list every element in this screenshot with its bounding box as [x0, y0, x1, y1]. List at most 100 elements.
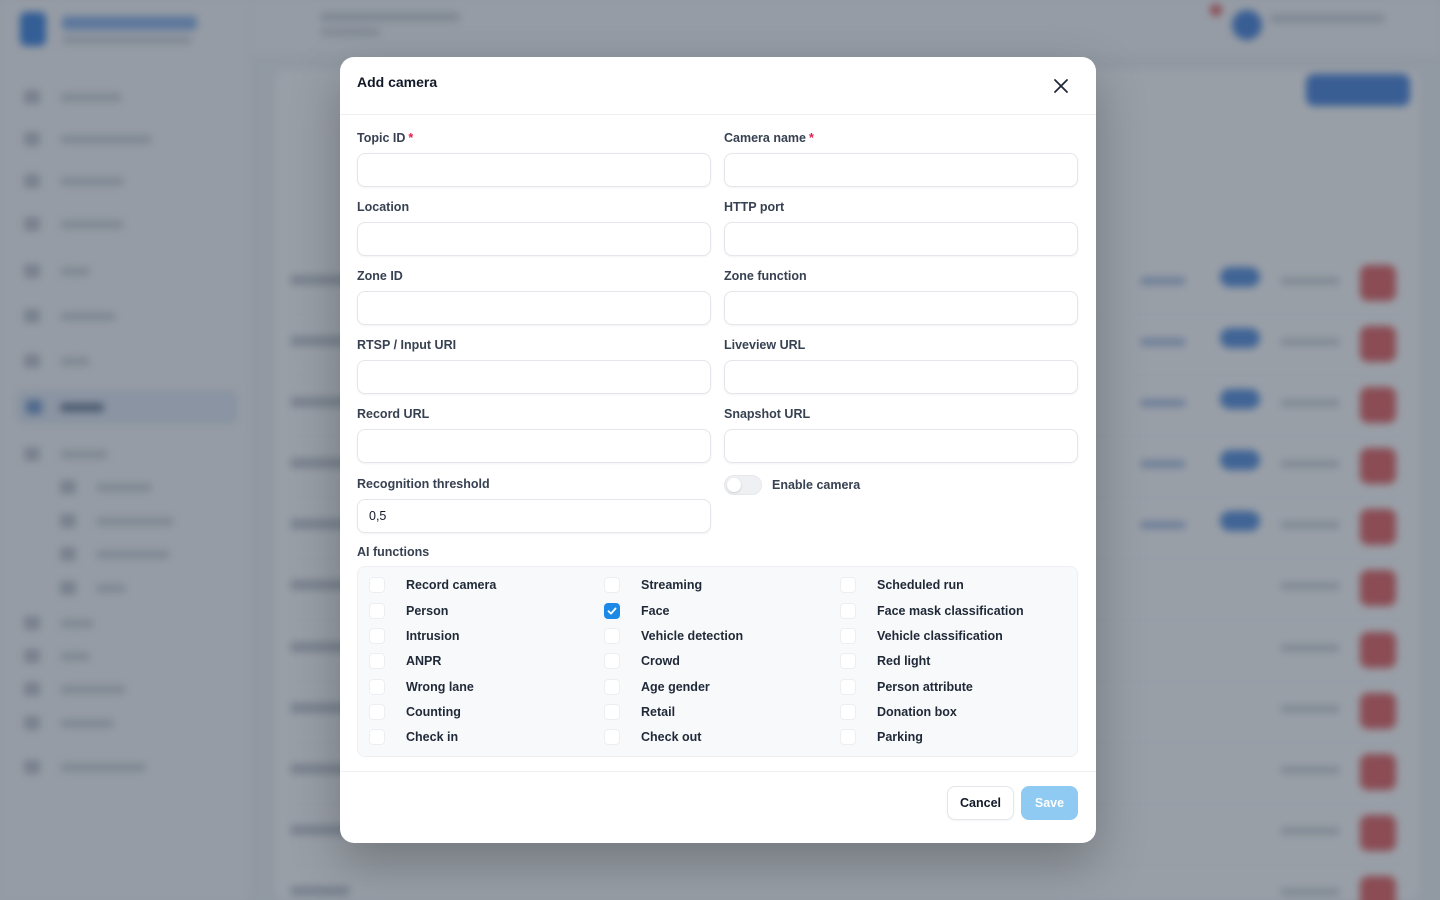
enable-camera-label: Enable camera — [772, 478, 861, 492]
ai-function-option[interactable]: Scheduled run — [840, 576, 964, 594]
ai-function-option[interactable]: Person attribute — [840, 678, 973, 696]
ai-function-option[interactable]: Check out — [604, 728, 701, 746]
ai-function-option[interactable]: Streaming — [604, 576, 702, 594]
ai-function-option[interactable]: Face — [604, 602, 670, 620]
required-marker: * — [408, 131, 414, 145]
ai-function-option[interactable]: Record camera — [369, 576, 496, 594]
location-field: Location — [357, 198, 711, 256]
checkbox[interactable] — [369, 628, 385, 644]
ai-function-option[interactable]: Retail — [604, 703, 675, 721]
ai-function-option[interactable]: Red light — [840, 652, 930, 670]
record-url-input[interactable] — [357, 429, 711, 463]
checkbox[interactable] — [604, 679, 620, 695]
ai-function-option[interactable]: Check in — [369, 728, 458, 746]
ai-function-option[interactable]: Vehicle classification — [840, 627, 1003, 645]
close-button[interactable] — [1048, 73, 1074, 99]
ai-function-label: Person attribute — [877, 680, 973, 694]
cancel-button[interactable]: Cancel — [947, 786, 1014, 820]
checkbox[interactable] — [369, 653, 385, 669]
checkbox[interactable] — [840, 577, 856, 593]
ai-function-option[interactable]: Counting — [369, 703, 461, 721]
checkbox[interactable] — [369, 679, 385, 695]
zone-id-input[interactable] — [357, 291, 711, 325]
recognition-threshold-input[interactable] — [357, 499, 711, 533]
check-icon — [607, 607, 617, 615]
checkbox[interactable] — [840, 704, 856, 720]
required-marker: * — [809, 131, 814, 145]
ai-function-option[interactable]: Person — [369, 602, 448, 620]
location-input[interactable] — [357, 222, 711, 256]
camera-name-label: Camera name * — [724, 131, 814, 145]
ai-function-option[interactable]: Wrong lane — [369, 678, 474, 696]
http-port-input[interactable] — [724, 222, 1078, 256]
ai-function-option[interactable]: Crowd — [604, 652, 680, 670]
snapshot-url-field: Snapshot URL — [724, 405, 1078, 463]
checkbox[interactable] — [369, 729, 385, 745]
checkbox[interactable] — [604, 653, 620, 669]
dialog-footer: Cancel Save — [340, 771, 1096, 843]
checkbox[interactable] — [604, 577, 620, 593]
location-label: Location — [357, 200, 410, 214]
ai-function-label: Age gender — [641, 680, 710, 694]
ai-function-label: Wrong lane — [406, 680, 474, 694]
checkbox[interactable] — [604, 628, 620, 644]
ai-function-option[interactable]: Age gender — [604, 678, 710, 696]
record-url-field: Record URL — [357, 405, 711, 463]
toggle-knob — [727, 478, 741, 492]
record-url-label: Record URL — [357, 407, 430, 421]
ai-function-label: Person — [406, 604, 449, 618]
http-port-field: HTTP port — [724, 198, 1078, 256]
ai-function-label: Parking — [877, 730, 923, 744]
zone-id-field: Zone ID — [357, 267, 711, 325]
ai-function-option[interactable]: Face mask classification — [840, 602, 1024, 620]
ai-function-option[interactable]: Vehicle detection — [604, 627, 743, 645]
zone-function-input[interactable] — [724, 291, 1078, 325]
checkbox[interactable] — [840, 653, 856, 669]
liveview-url-label: Liveview URL — [724, 338, 806, 352]
checkbox[interactable] — [840, 729, 856, 745]
topic-id-field: Topic ID * — [357, 129, 711, 187]
snapshot-url-input[interactable] — [724, 429, 1078, 463]
save-button[interactable]: Save — [1021, 786, 1078, 820]
camera-name-input[interactable] — [724, 153, 1078, 187]
ai-function-option[interactable]: Parking — [840, 728, 923, 746]
ai-function-label: Retail — [641, 705, 676, 719]
add-camera-dialog: Add camera Topic ID * Camera name * Locati… — [340, 57, 1096, 843]
ai-function-label: Streaming — [641, 578, 703, 592]
checkbox[interactable] — [369, 603, 385, 619]
checkbox[interactable] — [604, 603, 620, 619]
snapshot-url-label: Snapshot URL — [724, 407, 811, 421]
ai-functions-label: AI functions — [357, 545, 430, 559]
ai-function-label: Donation box — [877, 705, 957, 719]
checkbox[interactable] — [840, 603, 856, 619]
checkbox[interactable] — [604, 704, 620, 720]
liveview-url-field: Liveview URL — [724, 336, 1078, 394]
topic-id-input[interactable] — [357, 153, 711, 187]
rtsp-uri-field: RTSP / Input URI — [357, 336, 711, 394]
dialog-header: Add camera — [340, 57, 1096, 115]
rtsp-uri-label: RTSP / Input URI — [357, 338, 457, 352]
ai-function-option[interactable]: Donation box — [840, 703, 957, 721]
zone-function-label: Zone function — [724, 269, 807, 283]
ai-function-label: Face mask classification — [877, 604, 1024, 618]
close-icon — [1054, 79, 1068, 93]
ai-functions-panel: Record camera Streaming Scheduled run Perso… — [357, 566, 1078, 757]
ai-function-label: Scheduled run — [877, 578, 964, 592]
enable-camera-toggle[interactable] — [724, 475, 762, 495]
liveview-url-input[interactable] — [724, 360, 1078, 394]
ai-function-label: ANPR — [406, 654, 442, 668]
checkbox[interactable] — [840, 628, 856, 644]
zone-id-label: Zone ID — [357, 269, 403, 283]
ai-function-option[interactable]: ANPR — [369, 652, 441, 670]
checkbox[interactable] — [840, 679, 856, 695]
checkbox[interactable] — [369, 704, 385, 720]
ai-function-option[interactable]: Intrusion — [369, 627, 459, 645]
checkbox[interactable] — [604, 729, 620, 745]
zone-function-field: Zone function — [724, 267, 1078, 325]
ai-function-label: Check out — [641, 730, 702, 744]
ai-function-label: Record camera — [406, 578, 497, 592]
checkbox[interactable] — [369, 577, 385, 593]
camera-name-field: Camera name * — [724, 129, 1078, 187]
rtsp-uri-input[interactable] — [357, 360, 711, 394]
ai-function-label: Counting — [406, 705, 461, 719]
